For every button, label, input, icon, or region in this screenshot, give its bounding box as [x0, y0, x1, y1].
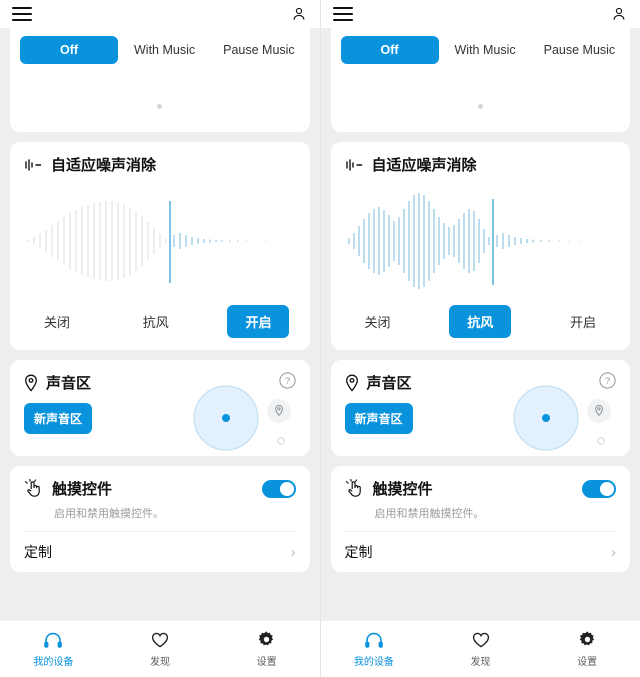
person-icon[interactable]: [290, 5, 308, 23]
touch-control-title: 触摸控件: [52, 481, 113, 498]
sound-zone-card: 声音区 ? 新声音区: [10, 360, 310, 456]
phone-screen-right: Off With Music Pause Music 自适应噪声消除 关闭 抗风…: [319, 0, 640, 677]
nav-item-discover[interactable]: 发现: [107, 631, 214, 668]
touch-hand-icon: [345, 479, 361, 497]
pager-dots: [10, 96, 310, 114]
anc-header: 自适应噪声消除: [345, 154, 617, 175]
nav-item-settings[interactable]: 设置: [213, 630, 319, 668]
nav-item-settings[interactable]: 设置: [534, 630, 640, 668]
touch-control-toggle[interactable]: [582, 479, 616, 498]
segment-pause-music[interactable]: Pause Music: [211, 36, 307, 64]
headphones-icon: [44, 632, 63, 648]
customize-row[interactable]: 定制 ›: [344, 531, 616, 566]
touch-control-header: 触摸控件: [345, 478, 616, 499]
customize-label: 定制: [24, 544, 52, 560]
playback-mode-card: Off With Music Pause Music: [10, 28, 310, 132]
sound-zone-title: 声音区: [366, 375, 412, 392]
segment-with-music[interactable]: With Music: [443, 36, 528, 64]
nav-item-my-device[interactable]: 我的设备: [0, 631, 107, 668]
segment-with-music[interactable]: With Music: [122, 36, 207, 64]
segment-pause-music[interactable]: Pause Music: [532, 36, 628, 64]
gear-icon: [258, 631, 274, 646]
nav-label-discover: 发现: [470, 656, 491, 668]
nav-label-my-device: 我的设备: [353, 656, 394, 668]
waveform-icon: [345, 158, 362, 171]
nav-label-settings: 设置: [256, 657, 277, 668]
touch-control-title: 触摸控件: [372, 481, 433, 498]
playback-mode-card: Off With Music Pause Music: [330, 28, 631, 132]
customize-row[interactable]: 定制 ›: [24, 531, 296, 566]
anc-title: 自适应噪声消除: [371, 157, 477, 174]
customize-label: 定制: [344, 544, 373, 560]
pager-dots: [331, 96, 631, 114]
phone-screen-left: Off With Music Pause Music 自适应噪声消除 关闭 抗风…: [0, 0, 320, 677]
touch-control-header: 触摸控件: [24, 478, 296, 499]
anc-mode-on[interactable]: 开启: [556, 305, 610, 338]
page-dot: [157, 104, 163, 109]
anc-mode-wind[interactable]: 抗风: [449, 305, 512, 338]
sound-zone-visualizer[interactable]: [170, 384, 300, 452]
touch-control-subtitle: 启用和禁用触摸控件。: [374, 508, 485, 520]
heart-icon: [472, 632, 489, 647]
person-icon[interactable]: [610, 5, 628, 23]
anc-mode-buttons-left: 关闭 抗风 开启: [24, 305, 296, 338]
location-pin-icon: [25, 374, 37, 392]
headphones-icon: [365, 632, 383, 648]
nav-label-my-device: 我的设备: [33, 656, 74, 668]
anc-card: 自适应噪声消除 关闭 抗风 开启: [10, 142, 310, 350]
segmented-control: Off With Music Pause Music: [331, 28, 631, 64]
anc-card: 自适应噪声消除 关闭 抗风 开启: [330, 142, 630, 350]
page-dot: [477, 104, 483, 109]
touch-control-subtitle: 启用和禁用触摸控件。: [54, 508, 164, 520]
dual-screenshot-container: Off With Music Pause Music 自适应噪声消除 关闭 抗风…: [0, 0, 640, 677]
touch-hand-icon: [24, 479, 40, 497]
sound-zone-visualizer[interactable]: [490, 384, 620, 452]
touch-control-card: 触摸控件 启用和禁用触摸控件。 定制 ›: [10, 466, 310, 572]
waveform-icon: [25, 158, 42, 171]
anc-mode-buttons-right: 关闭 抗风 开启: [345, 305, 617, 338]
anc-mode-off[interactable]: 关闭: [351, 305, 405, 338]
heart-icon: [151, 632, 169, 647]
segmented-control: Off With Music Pause Music: [10, 28, 310, 64]
top-bar: [0, 0, 320, 28]
new-sound-zone-button[interactable]: 新声音区: [344, 403, 413, 434]
nav-label-settings: 设置: [577, 657, 598, 668]
hamburger-icon[interactable]: [332, 7, 353, 21]
nav-item-discover[interactable]: 发现: [427, 631, 534, 668]
anc-waveform-right: [345, 179, 617, 303]
touch-control-toggle[interactable]: [261, 479, 296, 498]
nav-item-my-device[interactable]: 我的设备: [321, 631, 428, 668]
segment-off[interactable]: Off: [20, 36, 118, 64]
nav-label-discover: 发现: [150, 656, 170, 668]
anc-mode-on[interactable]: 开启: [227, 305, 290, 338]
sound-zone-title: 声音区: [46, 375, 92, 392]
hamburger-icon[interactable]: [12, 7, 32, 21]
top-bar-right: [320, 0, 640, 28]
new-sound-zone-button[interactable]: 新声音区: [24, 403, 93, 434]
bottom-navigation-left: 我的设备 发现 设置: [0, 621, 320, 677]
location-pin-icon: [345, 374, 358, 392]
chevron-right-icon: ›: [290, 543, 296, 561]
anc-title: 自适应噪声消除: [51, 157, 157, 174]
sound-zone-card: 声音区 ? 新声音区: [330, 360, 630, 456]
anc-header: 自适应噪声消除: [24, 154, 296, 175]
gear-icon: [579, 631, 594, 646]
anc-mode-off[interactable]: 关闭: [30, 305, 84, 338]
segment-off[interactable]: Off: [340, 36, 439, 64]
anc-waveform-left: [24, 179, 296, 303]
chevron-right-icon: ›: [611, 543, 616, 561]
touch-control-card: 触摸控件 启用和禁用触摸控件。 定制 ›: [330, 466, 630, 572]
bottom-navigation-right: 我的设备 发现 设置: [320, 621, 640, 677]
anc-mode-wind[interactable]: 抗风: [129, 305, 183, 338]
